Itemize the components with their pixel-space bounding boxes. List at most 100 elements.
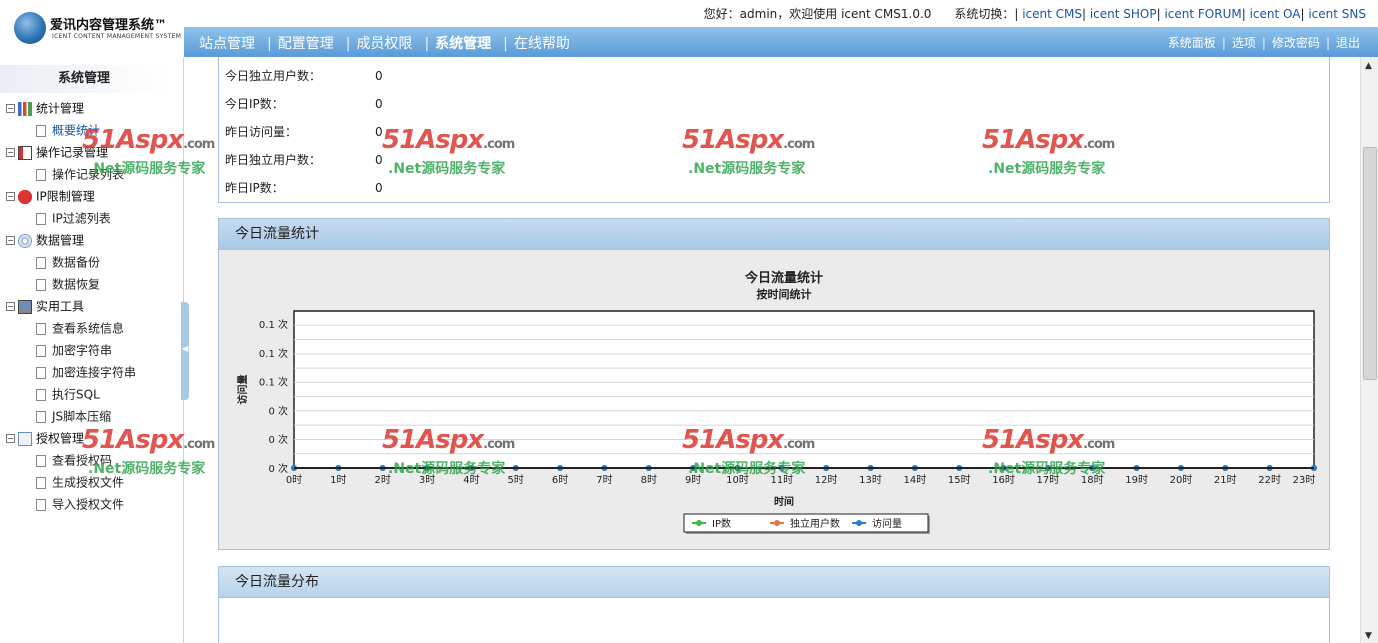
page-icon [36,322,46,335]
logo-subtitle: ICENT CONTENT MANAGEMENT SYSTEM [52,33,182,40]
sidebar-item-label: 执行SQL [52,387,100,402]
page-icon [36,410,46,423]
nav-right-link[interactable]: 退出 [1336,36,1360,50]
sidebar-item[interactable]: 导入授权文件 [6,493,181,515]
page-icon [36,454,46,467]
sidebar-group-label: 操作记录管理 [36,145,109,160]
sidebar-group[interactable]: − 统计管理 [6,97,181,119]
nav-separator: | [503,36,508,52]
sidebar-item-label: 导入授权文件 [52,497,125,512]
welcome-text: 您好：admin，欢迎使用 icent CMS1.0.0 [703,7,932,21]
collapse-toggle-icon[interactable]: − [6,302,15,311]
logo: 爱讯内容管理系统™ ICENT CONTENT MANAGEMENT SYSTE… [14,12,184,46]
nav-separator: | [1221,36,1226,50]
sidebar-group-label: 实用工具 [36,299,85,314]
bar-chart-icon [18,101,32,116]
y-tick-label: 0.1 次 [259,376,288,389]
system-link[interactable]: icent FORUM [1164,7,1241,21]
sidebar-item[interactable]: 查看系统信息 [6,317,181,339]
stat-label: 今日独立用户数： [225,69,322,83]
sidebar-item[interactable]: 执行SQL [6,383,181,405]
nav-tab[interactable]: 系统管理 [435,36,491,52]
sidebar-item-label: 生成授权文件 [52,475,125,490]
sidebar-group[interactable]: − 数据管理 [6,229,181,251]
collapse-toggle-icon[interactable]: − [6,236,15,245]
nav-tab[interactable]: 成员权限 [356,36,412,52]
page-icon [36,366,46,379]
main-nav: 站点管理 | 配置管理 | 成员权限 | 系统管理 | 在线帮助 系统面板 | 选项 | 修改密码 | 退出 [184,27,1378,57]
x-tick-label: 5时 [508,474,524,486]
sidebar-item[interactable]: 数据备份 [6,251,181,273]
nav-tab[interactable]: 站点管理 [199,36,255,52]
scroll-up-icon[interactable]: ▲ [1365,61,1372,71]
page-icon [36,278,46,291]
collapse-toggle-icon[interactable]: − [6,104,15,113]
stat-label: 昨日IP数： [225,181,284,195]
nav-tabs: 站点管理 | 配置管理 | 成员权限 | 系统管理 | 在线帮助 [199,33,576,53]
x-tick-label: 7时 [596,474,612,486]
scroll-thumb[interactable] [1363,147,1377,380]
sidebar-item-label: 加密连接字符串 [52,365,137,380]
page-icon [36,498,46,511]
collapse-toggle-icon[interactable]: − [6,192,15,201]
sidebar-group[interactable]: − 操作记录管理 [6,141,181,163]
stat-row: 今日IP数： 0 [225,94,383,114]
collapse-toggle-icon[interactable]: − [6,434,15,443]
nav-right-link[interactable]: 修改密码 [1272,36,1320,50]
legend-marker [774,520,780,526]
sidebar-group[interactable]: − 授权管理 [6,427,181,449]
system-link[interactable]: icent SNS [1308,7,1366,21]
nav-right-link[interactable]: 系统面板 [1168,36,1216,50]
sidebar-item-label: 加密字符串 [52,343,113,358]
scroll-down-icon[interactable]: ▼ [1365,631,1372,641]
vertical-scrollbar[interactable]: ▲ ▼ [1360,57,1378,643]
stat-row: 昨日访问量： 0 [225,122,383,142]
sidebar-item[interactable]: JS脚本压缩 [6,405,181,427]
stat-row: 昨日IP数： 0 [225,178,383,198]
sidebar-item[interactable]: 生成授权文件 [6,471,181,493]
sidebar-item-label: IP过滤列表 [52,211,111,226]
system-link[interactable]: icent SHOP [1090,7,1157,21]
nav-separator: | [1261,36,1266,50]
main-content: 今日独立用户数： 0 今日IP数： 0 昨日访问量： 0 昨日独立用户数： 0 昨日IP数： 0 … [188,57,1360,643]
traffic-panel-title: 今日流量统计 [219,219,1329,250]
sidebar-item-label: 数据恢复 [52,277,101,292]
nav-tab[interactable]: 在线帮助 [514,36,570,52]
nav-separator: | [424,36,430,52]
page-icon [36,476,46,489]
sidebar-item[interactable]: 加密连接字符串 [6,361,181,383]
x-tick-label: 23时 [1293,474,1316,486]
x-tick-label: 0时 [286,474,302,486]
sidebar-item[interactable]: 概要统计 [6,119,181,141]
stat-row: 今日独立用户数： 0 [225,66,383,86]
collapse-toggle-icon[interactable]: − [6,148,15,157]
sidebar-item[interactable]: 加密字符串 [6,339,181,361]
stat-value: 0 [375,153,383,167]
sidebar-item[interactable]: 数据恢复 [6,273,181,295]
stat-value: 0 [375,69,383,83]
traffic-chart: 今日流量统计 按时间统计 0 次 0 次 0 次 0.1 次 0.1 次 0.1 次访问量 0时… [224,256,1324,542]
sidebar-group[interactable]: − IP限制管理 [6,185,181,207]
sidebar-item[interactable]: IP过滤列表 [6,207,181,229]
sidebar: 系统管理 − 统计管理 概要统计 − 操作记录管理 操作记录列表 − IP限制管理 IP过滤列表… [0,57,184,643]
sidebar-item[interactable]: 操作记录列表 [6,163,181,185]
x-tick-label: 11时 [770,474,793,486]
x-tick-label: 14时 [904,474,927,486]
sidebar-item-label: 查看系统信息 [52,321,125,336]
nav-right-link[interactable]: 选项 [1232,36,1256,50]
x-tick-label: 10时 [726,474,749,486]
system-link[interactable]: icent OA [1250,7,1301,21]
sidebar-group[interactable]: − 实用工具 [6,295,181,317]
x-tick-label: 6时 [552,474,568,486]
y-axis-label: 访问量 [236,375,249,405]
x-tick-label: 8时 [641,474,657,486]
x-tick-label: 3时 [419,474,435,486]
system-link[interactable]: icent CMS [1022,7,1082,21]
page-icon [36,388,46,401]
sidebar-item[interactable]: 查看授权码 [6,449,181,471]
x-tick-label: 2时 [375,474,391,486]
nav-tab[interactable]: 配置管理 [278,36,334,52]
nav-separator: | [1325,36,1330,50]
legend-label: 独立用户数 [790,517,840,530]
sidebar-item-label: 查看授权码 [52,453,113,468]
